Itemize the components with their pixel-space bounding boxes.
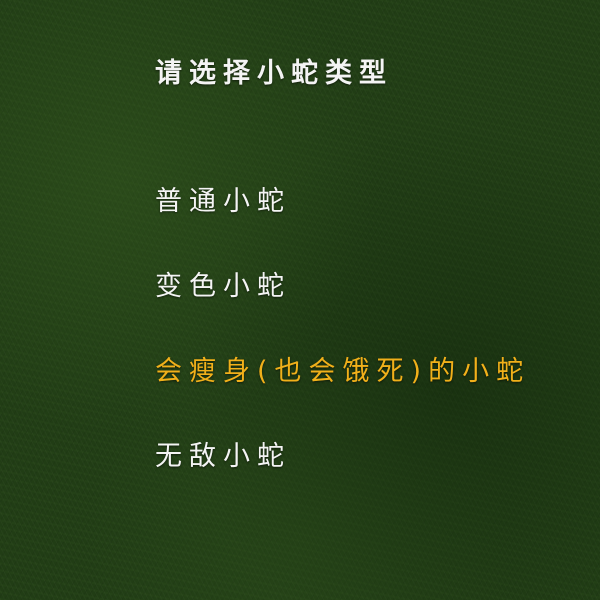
option-invincible-snake[interactable]: 无敌小蛇: [155, 440, 291, 474]
option-normal-snake[interactable]: 普通小蛇: [155, 185, 291, 219]
option-shrinking-snake-selected[interactable]: 会瘦身(也会饿死)的小蛇: [155, 355, 530, 389]
option-color-changing-snake[interactable]: 变色小蛇: [155, 270, 291, 304]
menu-title: 请选择小蛇类型: [155, 58, 393, 89]
